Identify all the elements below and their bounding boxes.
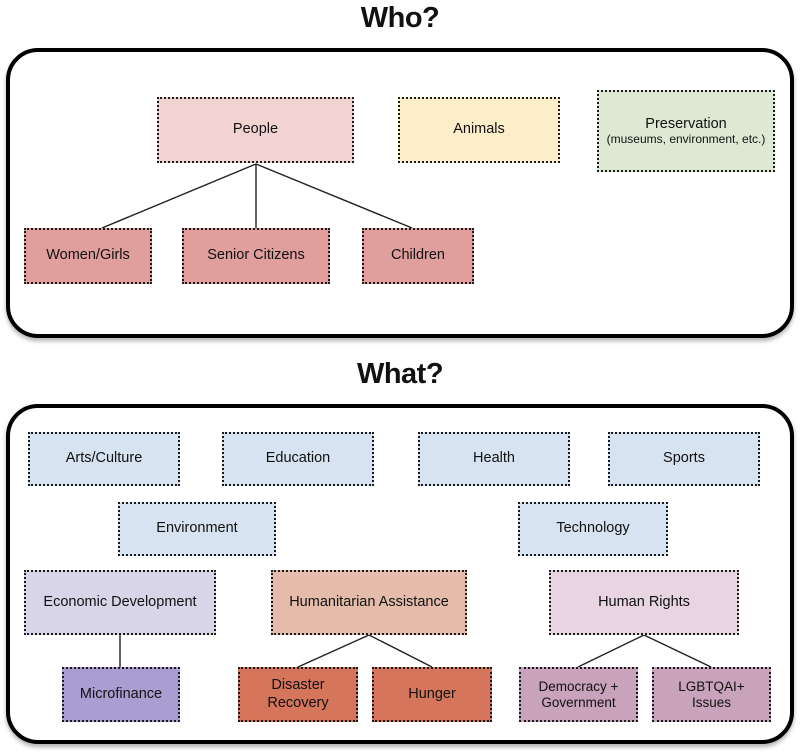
diagram-canvas: Who? What? People Animals Preservation (…	[0, 0, 800, 752]
node-hunger[interactable]: Hunger	[372, 667, 492, 722]
node-human-rights[interactable]: Human Rights	[549, 570, 739, 635]
node-education[interactable]: Education	[222, 432, 374, 486]
node-economic-development[interactable]: Economic Development	[24, 570, 216, 635]
node-humanitarian-assistance-label: Humanitarian Assistance	[289, 593, 449, 610]
node-humanitarian-assistance[interactable]: Humanitarian Assistance	[271, 570, 467, 635]
node-microfinance[interactable]: Microfinance	[62, 667, 180, 722]
node-health[interactable]: Health	[418, 432, 570, 486]
node-children-label: Children	[391, 247, 445, 264]
node-preservation-sublabel: (museums, environment, etc.)	[606, 131, 766, 146]
node-economic-development-label: Economic Development	[43, 593, 197, 610]
node-hunger-label: Hunger	[408, 685, 456, 702]
node-sports[interactable]: Sports	[608, 432, 760, 486]
node-people[interactable]: People	[157, 97, 354, 163]
node-health-label: Health	[473, 450, 515, 467]
node-senior-citizens-label: Senior Citizens	[207, 247, 305, 264]
node-preservation[interactable]: Preservation (museums, environment, etc.…	[597, 90, 775, 172]
node-disaster-recovery-label: Disaster Recovery	[267, 677, 329, 711]
node-human-rights-label: Human Rights	[598, 593, 690, 610]
node-animals-label: Animals	[453, 121, 505, 138]
node-arts-culture-label: Arts/Culture	[65, 450, 143, 467]
node-children[interactable]: Children	[362, 228, 474, 284]
node-senior-citizens[interactable]: Senior Citizens	[182, 228, 330, 284]
node-democracy-government[interactable]: Democracy + Government	[519, 667, 638, 722]
node-arts-culture[interactable]: Arts/Culture	[28, 432, 180, 486]
node-disaster-recovery[interactable]: Disaster Recovery	[238, 667, 358, 722]
node-preservation-text: Preservation (museums, environment, etc.…	[607, 116, 766, 147]
node-lgbtqai-issues-label: LGBTQAI+ Issues	[678, 678, 745, 710]
node-people-label: People	[232, 121, 279, 138]
node-technology[interactable]: Technology	[518, 502, 668, 556]
node-animals[interactable]: Animals	[398, 97, 560, 163]
section-title-what: What?	[356, 358, 444, 390]
node-environment[interactable]: Environment	[118, 502, 276, 556]
node-democracy-government-label: Democracy + Government	[538, 678, 619, 710]
node-preservation-label: Preservation	[645, 115, 727, 132]
node-women-girls-label: Women/Girls	[46, 247, 130, 264]
node-women-girls[interactable]: Women/Girls	[24, 228, 152, 284]
node-education-label: Education	[265, 450, 331, 467]
node-technology-label: Technology	[556, 520, 630, 537]
node-environment-label: Environment	[156, 520, 238, 537]
node-lgbtqai-issues[interactable]: LGBTQAI+ Issues	[652, 667, 771, 722]
node-microfinance-label: Microfinance	[79, 685, 163, 702]
section-title-who: Who?	[360, 2, 440, 34]
node-sports-label: Sports	[663, 450, 705, 467]
